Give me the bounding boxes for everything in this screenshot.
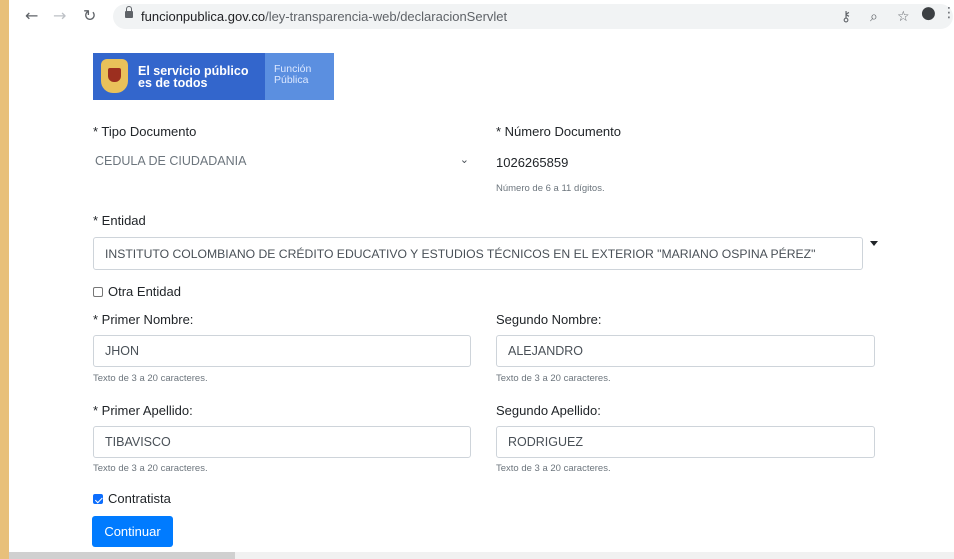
logo-funcion-publica: Función Pública	[274, 63, 312, 86]
segundo-apellido-value: RODRIGUEZ	[508, 435, 583, 449]
segundo-nombre-input[interactable]: ALEJANDRO	[496, 335, 875, 367]
primer-nombre-input[interactable]: JHON	[93, 335, 471, 367]
zoom-icon[interactable]: ⌕	[870, 9, 878, 25]
address-bar[interactable]: funcionpublica.gov.co/ley-transparencia-…	[113, 4, 953, 29]
numero-documento-field[interactable]: 1026265859	[496, 155, 568, 170]
logo-left-panel: El servicio público es de todos	[93, 53, 265, 100]
numero-documento-help: Número de 6 a 11 dígitos.	[496, 183, 605, 194]
horizontal-scrollbar-thumb[interactable]	[9, 552, 235, 559]
primer-nombre-help: Texto de 3 a 20 caracteres.	[93, 373, 208, 384]
segundo-apellido-help: Texto de 3 a 20 caracteres.	[496, 463, 611, 474]
segundo-nombre-label: Segundo Nombre:	[496, 312, 602, 327]
numero-documento-label: * Número Documento	[496, 124, 621, 139]
contratista-checkbox[interactable]	[93, 494, 103, 504]
account-icon[interactable]: ●	[921, 3, 936, 23]
primer-nombre-label: * Primer Nombre:	[93, 312, 194, 327]
otra-entidad-label: Otra Entidad	[108, 284, 181, 299]
entidad-dropdown-caret-icon[interactable]	[870, 241, 878, 246]
tipo-documento-select[interactable]: CEDULA DE CIUDADANIA ⌄	[93, 150, 475, 174]
continuar-button[interactable]: Continuar	[92, 516, 173, 547]
coat-of-arms-icon	[101, 59, 128, 93]
logo-slogan: El servicio público es de todos	[138, 64, 249, 90]
primer-nombre-value: JHON	[105, 344, 140, 358]
chevron-down-icon: ⌄	[459, 153, 469, 166]
browser-toolbar: ← → ↻ funcionpublica.gov.co/ley-transpar…	[9, 0, 954, 33]
window-edge-stripe	[0, 0, 9, 559]
reload-icon[interactable]: ↻	[83, 7, 96, 25]
entidad-value: INSTITUTO COLOMBIANO DE CRÉDITO EDUCATIV…	[105, 247, 816, 261]
segundo-apellido-label: Segundo Apellido:	[496, 403, 601, 418]
segundo-apellido-input[interactable]: RODRIGUEZ	[496, 426, 875, 458]
lock-icon	[125, 6, 133, 18]
segundo-nombre-value: ALEJANDRO	[508, 344, 584, 358]
forward-icon[interactable]: →	[53, 7, 66, 25]
primer-apellido-input[interactable]: TIBAVISCO	[93, 426, 471, 458]
logo-right-panel: Función Pública	[265, 53, 334, 100]
otra-entidad-checkbox[interactable]	[93, 287, 103, 297]
key-icon[interactable]: ⚷	[841, 9, 851, 25]
tipo-documento-label: * Tipo Documento	[93, 124, 197, 139]
back-icon[interactable]: ←	[25, 7, 38, 25]
contratista-label: Contratista	[108, 491, 171, 506]
primer-apellido-label: * Primer Apellido:	[93, 403, 193, 418]
tipo-documento-value: CEDULA DE CIUDADANIA	[95, 154, 247, 168]
primer-apellido-help: Texto de 3 a 20 caracteres.	[93, 463, 208, 474]
primer-apellido-value: TIBAVISCO	[105, 435, 171, 449]
url-text: funcionpublica.gov.co/ley-transparencia-…	[141, 9, 508, 24]
entidad-select[interactable]: INSTITUTO COLOMBIANO DE CRÉDITO EDUCATIV…	[93, 237, 863, 270]
entidad-label: * Entidad	[93, 213, 146, 228]
segundo-nombre-help: Texto de 3 a 20 caracteres.	[496, 373, 611, 384]
star-icon[interactable]: ☆	[897, 9, 910, 25]
menu-kebab-icon[interactable]: ⋮	[942, 5, 954, 21]
site-logo: El servicio público es de todos Función …	[93, 53, 334, 100]
